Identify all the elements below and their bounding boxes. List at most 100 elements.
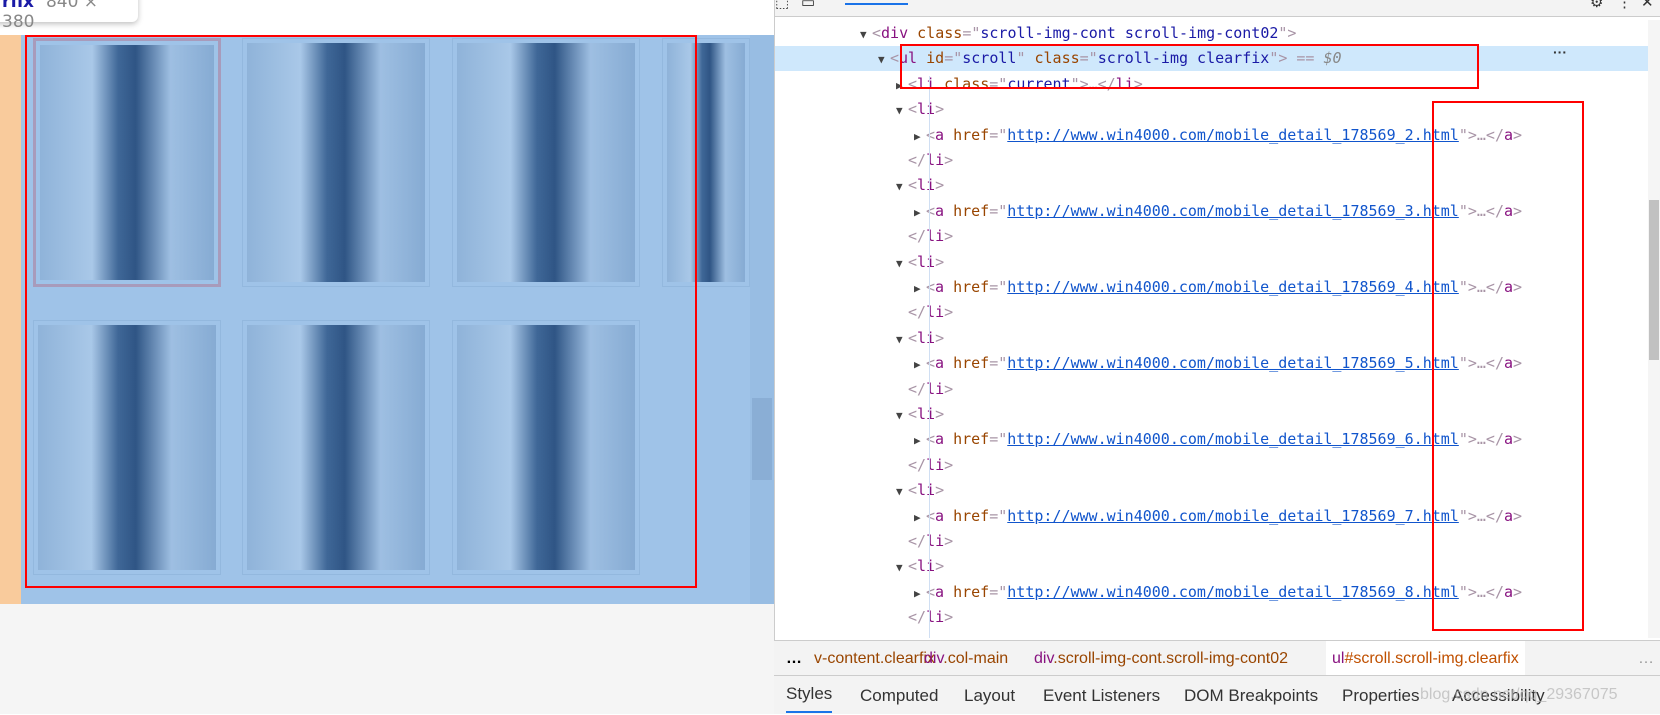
tooltip-selector: rfix — [2, 0, 34, 12]
node-token: < — [908, 100, 918, 119]
breadcrumb-rest: v-content.clearfix — [814, 650, 935, 667]
inspect-tooltip: rfix 840 × 380 — [0, 0, 138, 32]
node-token: href — [944, 506, 990, 525]
node-token: a — [935, 582, 945, 601]
node-token: < — [926, 354, 936, 373]
tab-console[interactable]: Console — [940, 0, 995, 3]
breadcrumb-item[interactable]: div.scroll-img-cont.scroll-img-cont02 — [1034, 641, 1288, 675]
tab-elements[interactable]: Elements — [845, 0, 908, 5]
tab-properties[interactable]: Properties — [1342, 676, 1419, 715]
href-link[interactable]: http://www.win4000.com/mobile_detail_178… — [1007, 126, 1459, 144]
settings-icon[interactable]: ⚙ — [1590, 0, 1603, 11]
breadcrumb-tag: div — [924, 650, 944, 667]
close-icon[interactable]: ✕ — [1641, 0, 1654, 11]
node-token: href — [944, 430, 990, 449]
node-token: < — [908, 252, 918, 271]
href-link[interactable]: http://www.win4000.com/mobile_detail_178… — [1007, 583, 1459, 601]
breadcrumb-rest: #scroll.scroll-img.clearfix — [1344, 650, 1519, 667]
collapsed-triangle-icon[interactable]: ▶ — [914, 428, 926, 453]
collapsed-triangle-icon[interactable]: ▶ — [914, 276, 926, 301]
breadcrumb-tag: ul — [1332, 650, 1345, 667]
node-token: li — [917, 481, 936, 500]
tab-network[interactable]: Network — [1147, 0, 1202, 3]
page-scrollbar-thumb[interactable] — [752, 398, 772, 480]
node-token: </ — [908, 608, 927, 627]
node-token: href — [944, 125, 990, 144]
collapsed-triangle-icon[interactable]: ▶ — [914, 581, 926, 606]
tab-[interactable]: » — [1395, 0, 1403, 3]
expanded-triangle-icon[interactable]: ▼ — [896, 479, 908, 504]
node-token: > — [935, 100, 945, 119]
node-token: a — [935, 506, 945, 525]
node-token: </ — [908, 151, 927, 169]
expanded-triangle-icon[interactable]: ▼ — [896, 555, 908, 580]
element-margin-highlight — [0, 35, 21, 604]
node-token: href — [944, 201, 990, 220]
node-token: < — [908, 176, 918, 195]
collapsed-triangle-icon[interactable]: ▶ — [914, 352, 926, 377]
collapsed-triangle-icon[interactable]: ▶ — [914, 124, 926, 149]
tab-performance[interactable]: Performance — [1230, 0, 1316, 3]
collapsed-triangle-icon[interactable]: ▶ — [914, 200, 926, 225]
node-token: </ — [908, 379, 927, 398]
node-token: li — [917, 100, 936, 119]
row-more-icon[interactable]: ··· — [1553, 44, 1567, 60]
breadcrumb-overflow[interactable]: … — [1638, 641, 1654, 675]
expanded-triangle-icon[interactable]: ▼ — [878, 47, 890, 72]
tab-event-listeners[interactable]: Event Listeners — [1043, 676, 1160, 715]
node-token: < — [890, 49, 900, 68]
breadcrumb-item[interactable]: ul#scroll.scroll-img.clearfix — [1326, 641, 1525, 675]
tab-sources[interactable]: Sources — [1040, 0, 1095, 3]
href-link[interactable]: http://www.win4000.com/mobile_detail_178… — [1007, 202, 1459, 220]
node-token: > — [944, 608, 954, 627]
expanded-triangle-icon[interactable]: ▼ — [896, 98, 908, 123]
tab-layout[interactable]: Layout — [964, 676, 1015, 715]
node-token: </ — [908, 227, 927, 246]
elements-scrollbar-thumb[interactable] — [1649, 200, 1659, 360]
breadcrumb-item[interactable]: div.col-main — [924, 641, 1008, 675]
dom-node-row[interactable]: ▼ <div class="scroll-img-cont scroll-img-… — [775, 21, 1649, 46]
device-toggle-icon[interactable]: ▭ — [801, 0, 815, 11]
tab-styles[interactable]: Styles — [786, 676, 833, 713]
href-link[interactable]: http://www.win4000.com/mobile_detail_178… — [1007, 507, 1459, 525]
node-token: scroll-img-cont scroll-img-cont02 — [980, 24, 1279, 42]
page-scrollbar[interactable] — [750, 35, 774, 604]
expanded-triangle-icon[interactable]: ▼ — [860, 22, 872, 47]
node-token: =" — [989, 201, 1008, 220]
breadcrumb: … v-content.clearfix div.col-main div.scrol… — [774, 640, 1660, 675]
watermark: blog.csdn.net/qq_29367075 — [1420, 686, 1618, 703]
href-link[interactable]: http://www.win4000.com/mobile_detail_178… — [1007, 430, 1459, 448]
expanded-triangle-icon[interactable]: ▼ — [896, 174, 908, 199]
node-token: =" — [989, 506, 1008, 525]
breadcrumb-more[interactable]: … — [786, 641, 802, 675]
expanded-triangle-icon[interactable]: ▼ — [896, 251, 908, 276]
node-token: href — [944, 582, 990, 601]
node-token: li — [917, 252, 936, 271]
href-link[interactable]: http://www.win4000.com/mobile_detail_178… — [1007, 278, 1459, 296]
node-token: "> — [1278, 24, 1297, 42]
indent-guide — [929, 76, 930, 638]
node-token: < — [926, 201, 936, 220]
node-token: > — [935, 176, 945, 195]
node-token: href — [944, 354, 990, 373]
node-token: a — [935, 201, 945, 220]
collapsed-triangle-icon[interactable]: ▶ — [914, 505, 926, 530]
node-token: =" — [989, 278, 1008, 296]
tab-computed[interactable]: Computed — [860, 676, 938, 715]
devtools-tab-bar: ⬚ ▭ Elements Console Sources Network Perform… — [775, 0, 1660, 17]
more-options-icon[interactable]: ⋮ — [1617, 0, 1632, 11]
expanded-triangle-icon[interactable]: ▼ — [896, 403, 908, 428]
annotation-box-link-numbers — [1432, 101, 1584, 631]
breadcrumb-item[interactable]: v-content.clearfix — [814, 641, 935, 675]
node-token: a — [935, 354, 945, 373]
node-token: < — [926, 430, 936, 449]
tab-dom-breakpoints[interactable]: DOM Breakpoints — [1184, 676, 1318, 715]
node-token: < — [926, 506, 936, 525]
node-token: > — [944, 455, 954, 474]
href-link[interactable]: http://www.win4000.com/mobile_detail_178… — [1007, 354, 1459, 372]
expanded-triangle-icon[interactable]: ▼ — [896, 327, 908, 352]
node-token: > — [935, 405, 945, 423]
node-token: < — [926, 125, 936, 144]
inspect-icon[interactable]: ⬚ — [775, 0, 789, 11]
node-token: < — [908, 328, 918, 347]
